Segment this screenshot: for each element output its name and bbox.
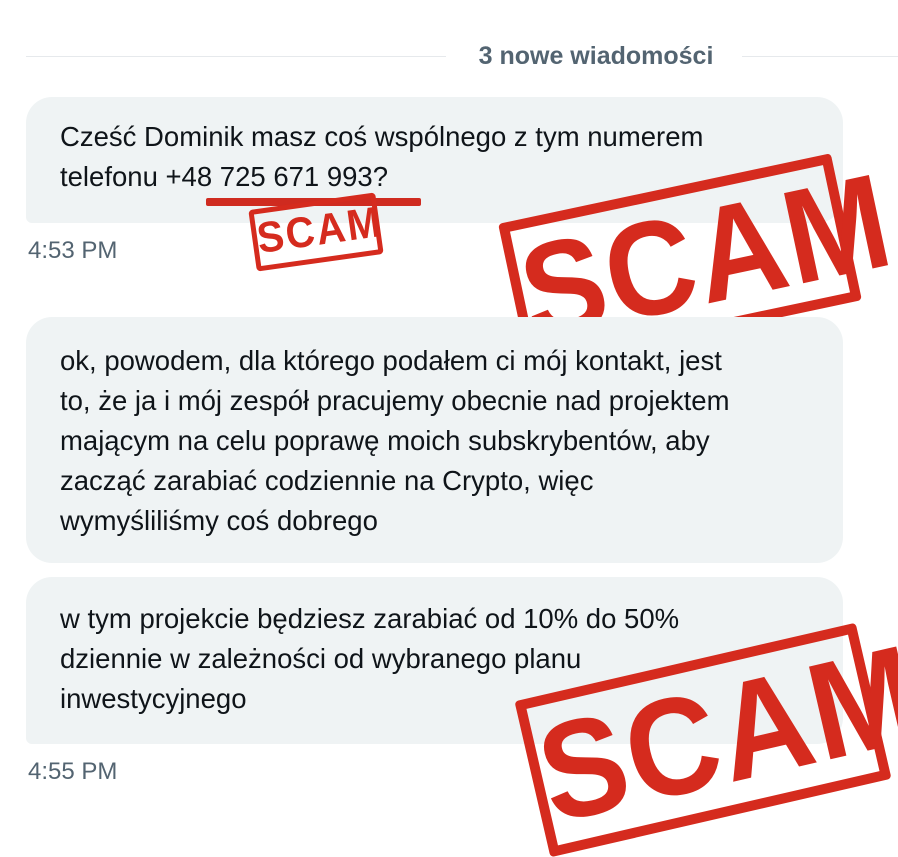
message-bubble-2[interactable]: ok, powodem, dla którego podałem ci mój … (26, 317, 843, 563)
message-1-line-1: Cześć Dominik masz coś wspólnego z tym n… (60, 121, 704, 152)
message-2-line-2: to, że ja i mój zespół pracujemy obecnie… (60, 385, 730, 416)
message-1-timestamp: 4:53 PM (28, 237, 118, 264)
message-2-line-5: wymyśliliśmy coś dobrego (60, 505, 378, 536)
message-2-line-4: zacząć zarabiać codziennie na Crypto, wi… (60, 465, 594, 496)
new-messages-divider: 3 nowe wiadomości (26, 40, 898, 72)
new-messages-label: 3 nowe wiadomości (478, 42, 714, 70)
scam-stamp-small-text: SCAM (254, 198, 386, 263)
message-3-line-1: w tym projekcie będziesz zarabiać od 10%… (60, 603, 680, 634)
message-2-line-1: ok, powodem, dla którego podałem ci mój … (60, 345, 722, 376)
divider-rule-left (26, 56, 446, 57)
divider-rule-right (742, 56, 898, 57)
message-2-line-3: mającym na celu poprawę moich subskryben… (60, 425, 710, 456)
message-3-timestamp: 4:55 PM (28, 758, 118, 785)
